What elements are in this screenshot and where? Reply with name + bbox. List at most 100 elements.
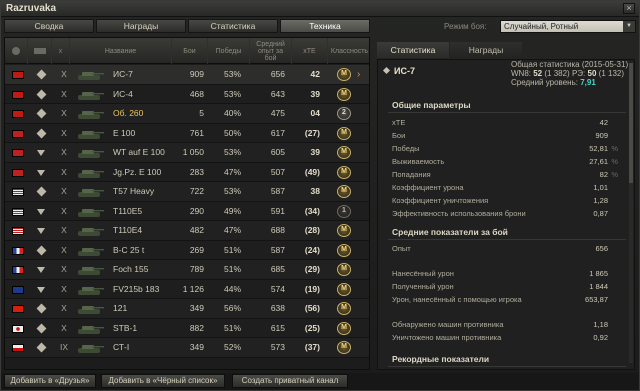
add-friend-button[interactable]: Добавить в «Друзья» [4,374,96,388]
table-row[interactable]: X 121 349 56% 638 (56) М [5,299,369,319]
heavy-tank-icon [36,342,47,353]
tab-statistics[interactable]: Статистика [188,19,278,33]
table-row[interactable]: X ИС-7 909 53% 656 42 М › [5,65,369,85]
tank-image-icon [78,130,104,139]
win-rate: 53% [223,186,241,196]
add-blacklist-button[interactable]: Добавить в «Чёрный список» [101,374,225,388]
xte-value: (29) [304,264,320,274]
table-row[interactable]: X WT auf E 100 1 050 53% 605 39 М [5,143,369,163]
xte-value: (25) [304,322,320,333]
stat-row: Попадания 82% [392,170,618,180]
vehicle-level: X [61,244,67,255]
stat-unit: % [611,170,618,179]
header-level[interactable]: ⅹ [51,38,69,64]
header-avg-exp[interactable]: Средний опыт за бой [249,38,291,64]
table-row[interactable]: X B-C 25 t 269 51% 587 (24) М [5,240,369,260]
table-row[interactable]: X Jg.Pz. E 100 283 47% 507 (49) М [5,162,369,182]
battles-count: 1 126 [182,283,204,294]
fra-flag-icon [12,246,24,255]
header-xte[interactable]: xTE [291,38,327,64]
tab-summary[interactable]: Сводка [4,19,94,33]
usa-flag-icon [12,207,24,216]
table-row[interactable]: X FV215b 183 1 126 44% 574 (19) М [5,279,369,299]
stat-label: Попадания [392,170,431,179]
table-row[interactable]: XE 100 761 50% 617 (27) М [5,123,369,143]
vehicle-level: X [61,127,67,138]
heavy-tank-icon [36,323,47,333]
level-icon: ⅹ [58,47,63,55]
heavy-tank-icon [36,69,47,80]
stat-label: Полученный урон [392,282,454,291]
table-row[interactable]: IX СТ-І 349 52% 573 (37) М [5,338,369,358]
table-row[interactable]: X T110E5 290 49% 591 (34) 1 [5,201,369,221]
xte-value: (27) [304,127,320,138]
tab-vehicle-statistics[interactable]: Статистика [377,42,449,58]
win-rate: 49% [223,205,241,216]
battle-mode-label: Режим боя: [444,22,487,31]
detail-scrollbar[interactable] [629,63,633,363]
table-row[interactable]: X T110E4 482 47% 688 (28) М [5,221,369,241]
tank-destroyer-icon [37,267,45,273]
table-row[interactable]: X ИС-4 468 53% 643 39 М [5,84,369,104]
battle-mode-select[interactable]: Случайный, Ротный ▼ [500,20,636,33]
tab-vehicles[interactable]: Техника [280,19,370,33]
avg-exp: 685 [270,264,285,274]
tank-image-icon [78,189,104,197]
vehicle-level: X [61,108,67,118]
stat-value: 1,01 [593,183,608,192]
tank-image-icon [78,286,104,295]
xte-value: (24) [304,244,320,255]
xte-value: 42 [310,69,320,79]
header-name[interactable]: Название [69,38,171,64]
table-row[interactable]: X Foch 155 789 51% 685 (29) М [5,260,369,280]
tab-vehicle-awards[interactable]: Награды [450,42,522,58]
vehicle-table: ⅹ Название Бои Победы Средний опыт за бо… [4,37,370,370]
win-rate: 50% [223,127,241,138]
avg-exp: 605 [270,147,285,157]
stat-row: Выживаемость 27,61% [392,157,618,167]
stat-value: 52,81 [589,144,608,153]
avg-exp: 587 [270,244,285,255]
mastery-badge-icon: М [337,224,351,237]
table-row[interactable]: X T57 Heavy 722 53% 587 38 М [5,182,369,202]
battles-count: 349 [189,303,204,313]
header-wins[interactable]: Победы [207,38,249,64]
stat-row: Бои 909 [392,131,618,141]
table-row[interactable]: X STB-1 882 51% 615 (25) М [5,318,369,338]
win-rate: 56% [223,303,241,313]
vehicle-level: X [61,147,67,157]
title-bar[interactable]: Razruvaka × [1,1,639,17]
xte-value: (19) [304,283,320,294]
ussr-flag-icon [12,110,24,118]
close-icon[interactable]: × [623,3,635,14]
create-private-channel-button[interactable]: Создать приватный канал [232,374,348,388]
tab-awards[interactable]: Награды [96,19,186,33]
table-row[interactable]: X Об. 260 5 40% 475 04 2 [5,104,369,124]
tank-destroyer-icon [37,286,45,293]
header-mastery[interactable]: Классность [327,38,369,64]
header-nation[interactable] [5,38,27,64]
battles-count: 349 [189,342,204,352]
mastery-badge-icon: М [337,243,351,257]
tank-destroyer-icon [37,228,45,234]
chevron-down-icon[interactable]: ▼ [623,21,635,32]
stat-label: Обнаружено машин противника [392,320,504,329]
stat-label: Уничтожено машин противника [392,333,502,342]
battle-mode-value: Случайный, Ротный [504,22,579,31]
stat-label: Урон, нанесённый с помощью игрока [392,295,522,304]
vehicle-level: X [61,186,67,196]
header-type[interactable] [27,38,51,64]
table-header: ⅹ Название Бои Победы Средний опыт за бо… [5,38,369,64]
stat-row: Урон, нанесённый с помощью игрока 653,87 [392,295,618,305]
vehicle-level: X [61,225,67,235]
battles-count: 789 [189,264,204,274]
header-battles[interactable]: Бои [171,38,207,64]
vehicle-level: X [61,303,67,313]
win-rate: 51% [223,264,241,274]
win-rate: 52% [223,342,241,352]
avg-exp: 587 [270,186,285,196]
xte-value: (49) [304,166,320,177]
stat-row: xTE 42 [392,118,618,128]
xte-value: 04 [310,108,320,118]
scrollbar-thumb[interactable] [629,63,633,183]
